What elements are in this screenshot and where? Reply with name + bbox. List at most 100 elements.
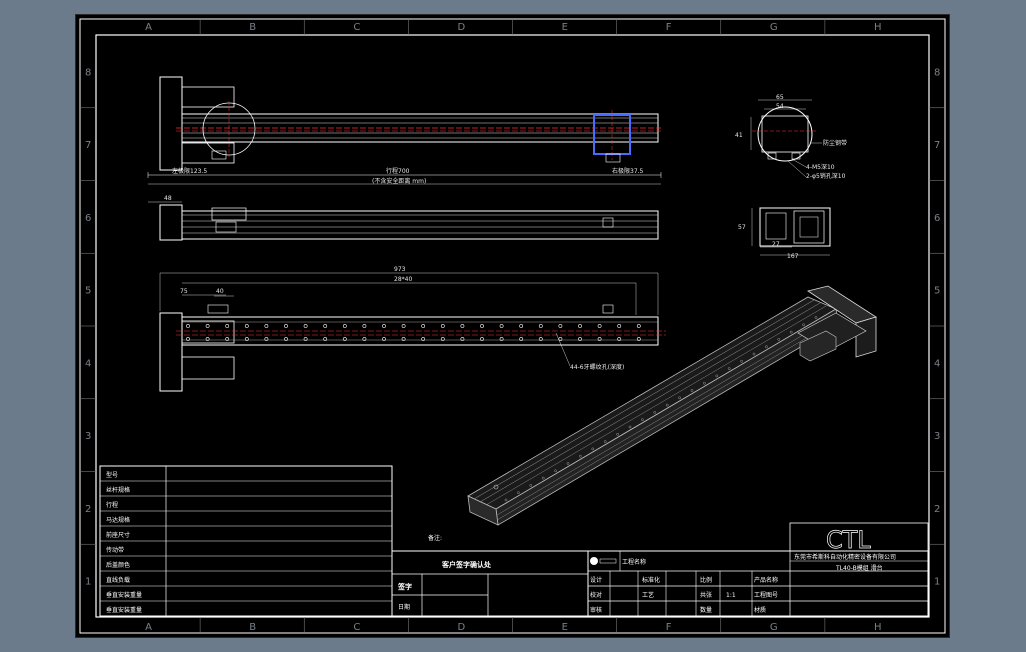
company-name: 东莞市希斯科自动化精密设备有限公司 bbox=[794, 553, 896, 561]
zone-row-5-left: 5 bbox=[85, 286, 91, 297]
dim-total-note: (不含安全距离 mm) bbox=[372, 177, 426, 185]
sheet-label: 共张 bbox=[700, 591, 712, 599]
note-pin-holes: 2-φ5销孔深10 bbox=[806, 172, 846, 180]
zone-row-1-right: 1 bbox=[934, 577, 940, 588]
zone-col-B-top: B bbox=[249, 22, 256, 33]
end-dim-b: 54 bbox=[776, 103, 784, 110]
customer-date-label: 日期 bbox=[398, 603, 410, 611]
customer-sign-label: 签字 bbox=[397, 582, 412, 591]
zone-col-G-top: G bbox=[770, 22, 778, 33]
mounting-holes-row-top bbox=[186, 324, 641, 328]
mounting-hole bbox=[205, 324, 210, 328]
mounting-hole bbox=[401, 324, 406, 328]
customer-confirm-title: 客户签字确认处 bbox=[441, 560, 492, 569]
craft-label: 工艺 bbox=[642, 591, 654, 599]
zone-col-D-top: D bbox=[457, 22, 465, 33]
zone-col-C-top: C bbox=[353, 22, 360, 33]
dim-total-length: 973 bbox=[394, 266, 406, 273]
check-label: 校对 bbox=[590, 591, 602, 599]
scale-label: 比例 bbox=[700, 576, 712, 584]
spec-table: 型号丝杆规格行程马达规格前座尺寸传动带后盖颜色直线负载垂直安装重量垂直安装重量 bbox=[99, 465, 393, 617]
spec-row-label: 马达规格 bbox=[106, 516, 130, 524]
zone-row-7-right: 7 bbox=[934, 140, 940, 151]
spec-row-label: 直线负载 bbox=[106, 576, 130, 584]
drawing-no-label: 工程图号 bbox=[754, 591, 778, 599]
zone-col-B-bottom: B bbox=[249, 622, 256, 633]
zone-row-7-left: 7 bbox=[85, 140, 91, 151]
mounting-hole bbox=[597, 324, 602, 328]
mounting-hole bbox=[578, 324, 582, 328]
scale-value: 1:1 bbox=[726, 592, 736, 599]
mounting-hole bbox=[244, 324, 249, 328]
mounting-hole bbox=[460, 324, 465, 328]
spec-row-label: 前座尺寸 bbox=[106, 531, 130, 539]
cad-drawing-sheet[interactable]: AABBCCDDEEFFGGHH8877665544332211 左极限123.… bbox=[76, 15, 949, 637]
mounting-hole bbox=[342, 324, 347, 328]
end-view: 65 54 41 防尘钢带 4-M5深10 2-φ5销孔深10 bbox=[735, 94, 847, 180]
spec-row-label: 行程 bbox=[106, 501, 118, 509]
mounting-hole bbox=[617, 324, 622, 328]
mounting-hole bbox=[538, 324, 543, 328]
zone-col-D-bottom: D bbox=[457, 622, 465, 633]
mounting-hole bbox=[382, 324, 386, 328]
standard-label: 标准化 bbox=[642, 576, 660, 584]
zone-row-6-right: 6 bbox=[934, 213, 940, 224]
zone-col-A-top: A bbox=[145, 22, 152, 33]
mounting-hole bbox=[225, 324, 230, 328]
dim-stroke: 行程700 bbox=[386, 167, 410, 175]
zone-col-H-top: H bbox=[874, 22, 882, 33]
side-view: 48 bbox=[148, 195, 659, 241]
zone-row-8-right: 8 bbox=[934, 67, 940, 78]
dim-left-offset: 75 bbox=[180, 288, 188, 295]
dim-pitch: 40 bbox=[216, 288, 224, 295]
material-label: 材质 bbox=[754, 606, 766, 614]
dim-hole-spacing: 28*40 bbox=[394, 276, 412, 283]
mounting-hole bbox=[421, 324, 426, 328]
cad-drawing[interactable]: AABBCCDDEEFFGGHH8 87 76 65 54 43 32 21 1 左极限123.… bbox=[76, 15, 949, 637]
zone-row-4-right: 4 bbox=[934, 358, 940, 369]
company-logo: CTL bbox=[826, 526, 871, 554]
zone-col-E-bottom: E bbox=[562, 622, 568, 633]
mounting-hole bbox=[519, 324, 524, 328]
title-block: CTL 工程名称 东莞市希斯科自动化精密设备有限公司 TL40-B模组 滑台 设… bbox=[587, 522, 929, 617]
mounting-hole bbox=[499, 324, 504, 328]
product-name-label: 产品名称 bbox=[754, 576, 778, 584]
zone-col-A-bottom: A bbox=[145, 622, 152, 633]
bottom-view: 973 28*40 75 40 44-6牙螺纹孔(深度) bbox=[159, 266, 666, 392]
zone-row-2-left: 2 bbox=[85, 504, 91, 515]
section-dim-inner: 27 bbox=[772, 241, 780, 248]
design-label: 设计 bbox=[590, 576, 602, 584]
mounting-hole bbox=[303, 324, 308, 328]
zone-col-G-bottom: G bbox=[770, 622, 778, 633]
mounting-hole bbox=[362, 324, 367, 328]
top-view: 左极限123.5 行程700 右极限37.5 (不含安全距离 mm) bbox=[147, 76, 662, 185]
zone-row-3-right: 3 bbox=[934, 431, 940, 442]
note-threaded-holes: 4-M5深10 bbox=[806, 163, 835, 171]
section-dim-height: 57 bbox=[738, 224, 746, 231]
mounting-hole bbox=[440, 324, 445, 328]
remark-label: 备注: bbox=[428, 534, 442, 542]
spec-row-label: 丝杆规格 bbox=[106, 486, 130, 494]
section-view: 57 27 167 bbox=[738, 207, 831, 260]
section-dim-width: 167 bbox=[787, 253, 799, 260]
zone-row-4-left: 4 bbox=[85, 358, 91, 369]
spec-row-label: 垂直安装重量 bbox=[106, 606, 142, 614]
note-dust-strip: 防尘钢带 bbox=[823, 139, 847, 147]
zone-row-1-left: 1 bbox=[85, 577, 91, 588]
hole-note: 44-6牙螺纹孔(深度) bbox=[570, 363, 624, 371]
zone-row-6-left: 6 bbox=[85, 213, 91, 224]
zone-row-2-right: 2 bbox=[934, 504, 940, 515]
model-name: TL40-B模组 滑台 bbox=[835, 564, 883, 572]
dim-right-limit: 右极限37.5 bbox=[612, 167, 644, 175]
spec-row-label: 垂直安装重量 bbox=[106, 591, 142, 599]
zone-row-8-left: 8 bbox=[85, 67, 91, 78]
mounting-hole bbox=[186, 324, 190, 328]
end-dim-a: 65 bbox=[776, 94, 784, 101]
zone-row-5-right: 5 bbox=[934, 286, 940, 297]
spec-row-label: 传动带 bbox=[106, 546, 124, 554]
mounting-hole bbox=[264, 324, 269, 328]
dim-left-limit: 左极限123.5 bbox=[172, 167, 207, 175]
spec-row-label: 后盖颜色 bbox=[106, 561, 130, 569]
zone-col-E-top: E bbox=[562, 22, 568, 33]
project-name-label: 工程名称 bbox=[622, 558, 646, 566]
